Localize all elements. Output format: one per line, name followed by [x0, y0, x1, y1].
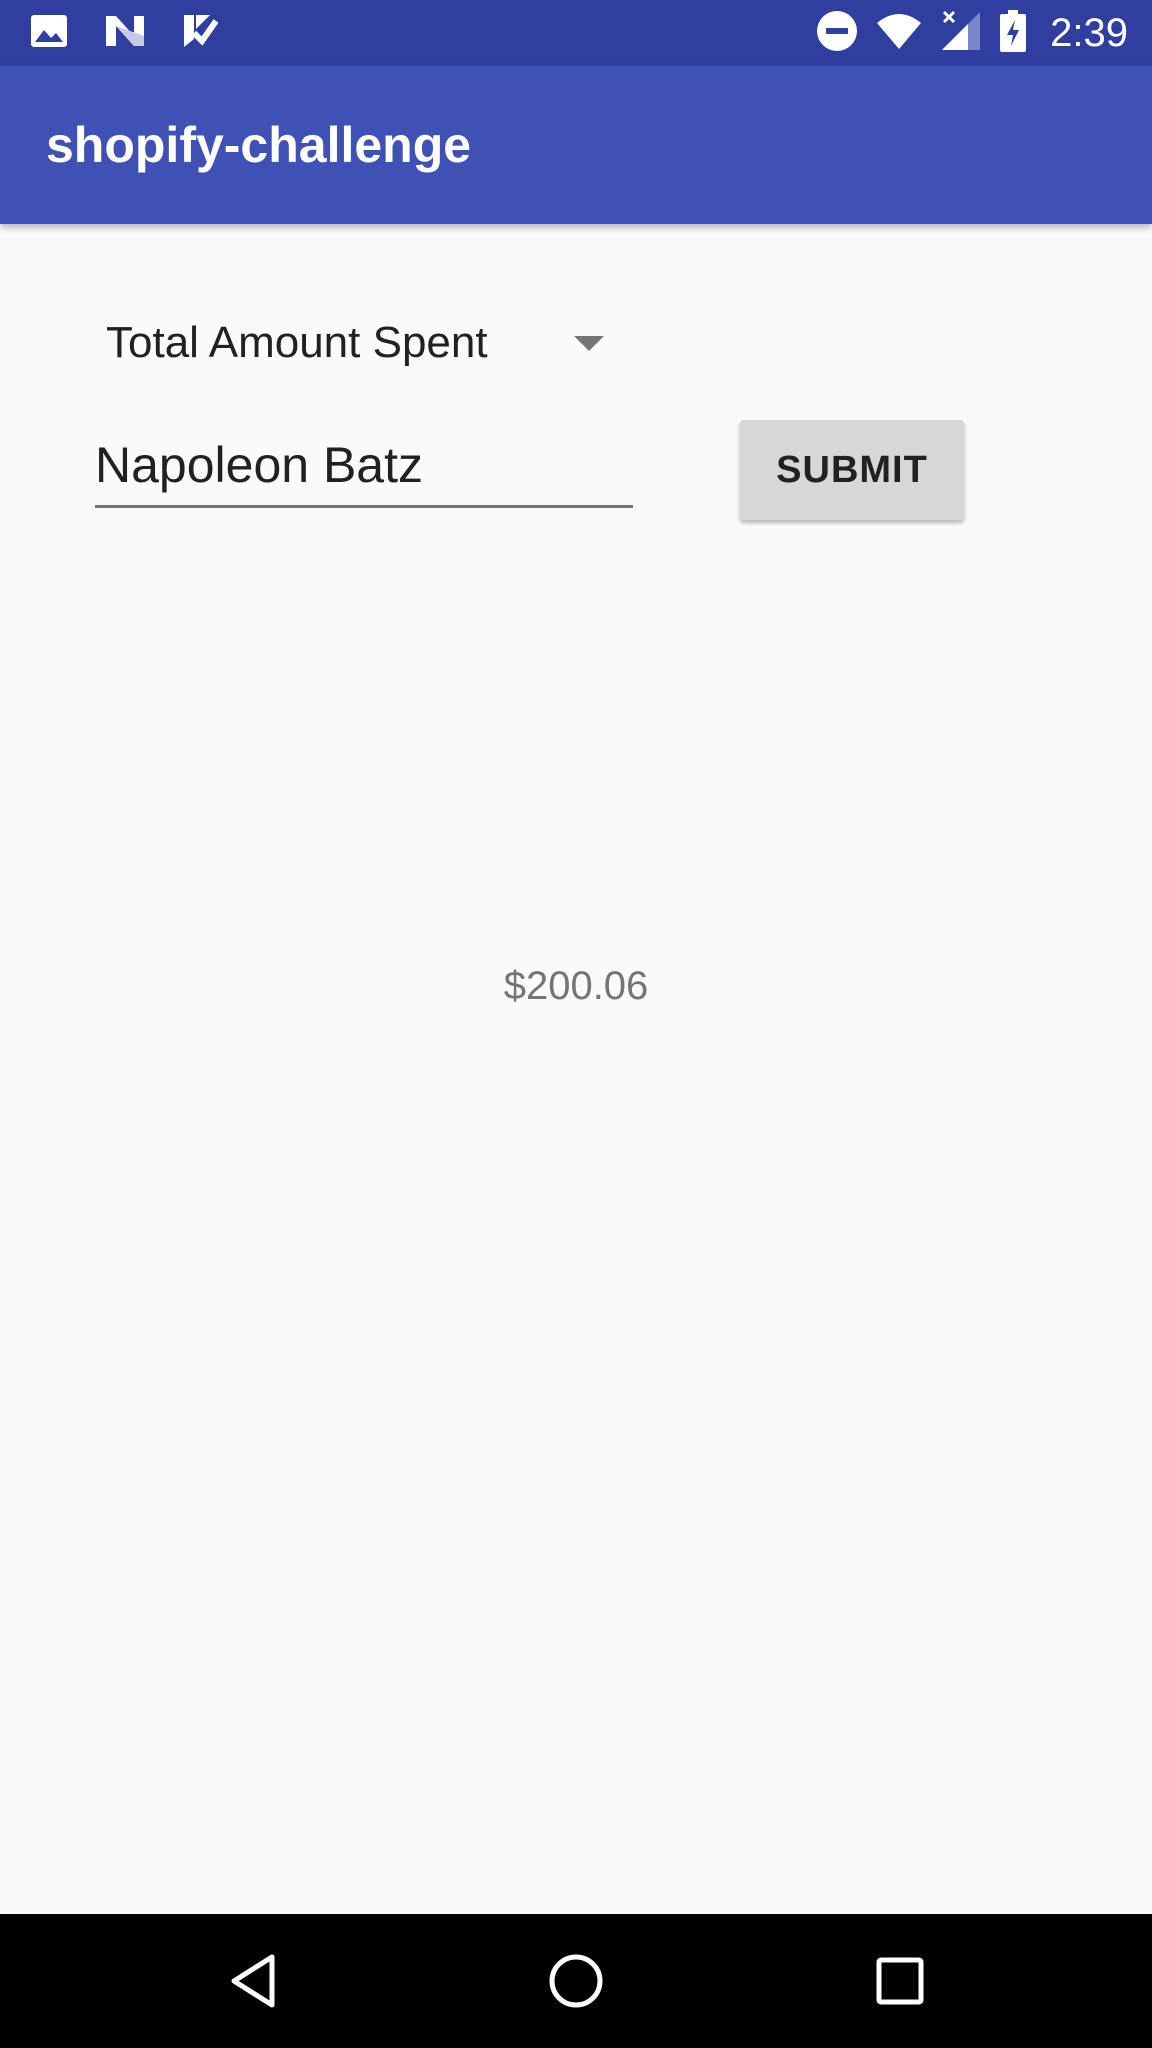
dropdown-arrow-icon — [574, 336, 604, 351]
notification-icons — [30, 0, 219, 66]
submit-button[interactable]: SUBMIT — [740, 420, 964, 520]
battery-charging-icon — [1000, 9, 1027, 57]
navigation-bar — [0, 1914, 1152, 2048]
wifi-icon — [876, 11, 922, 56]
system-icons: 2:39 — [816, 0, 1128, 66]
do-not-disturb-icon — [816, 10, 858, 57]
result-amount: $200.06 — [503, 964, 649, 1008]
recents-icon[interactable] — [820, 1914, 980, 2048]
image-icon — [30, 14, 68, 53]
back-icon[interactable] — [173, 1914, 333, 2048]
status-bar: 2:39 — [0, 0, 1152, 66]
customer-name-input[interactable] — [95, 424, 633, 508]
app-title: shopify-challenge — [46, 117, 472, 173]
spinner-selected-label: Total Amount Spent — [106, 318, 488, 367]
checklist-icon — [182, 13, 219, 54]
home-icon[interactable] — [496, 1914, 656, 2048]
cell-signal-icon — [940, 10, 982, 57]
n-app-icon — [104, 14, 146, 53]
metric-spinner[interactable]: Total Amount Spent — [92, 300, 632, 386]
status-time: 2:39 — [1050, 10, 1128, 55]
app-bar: shopify-challenge — [0, 66, 1152, 224]
